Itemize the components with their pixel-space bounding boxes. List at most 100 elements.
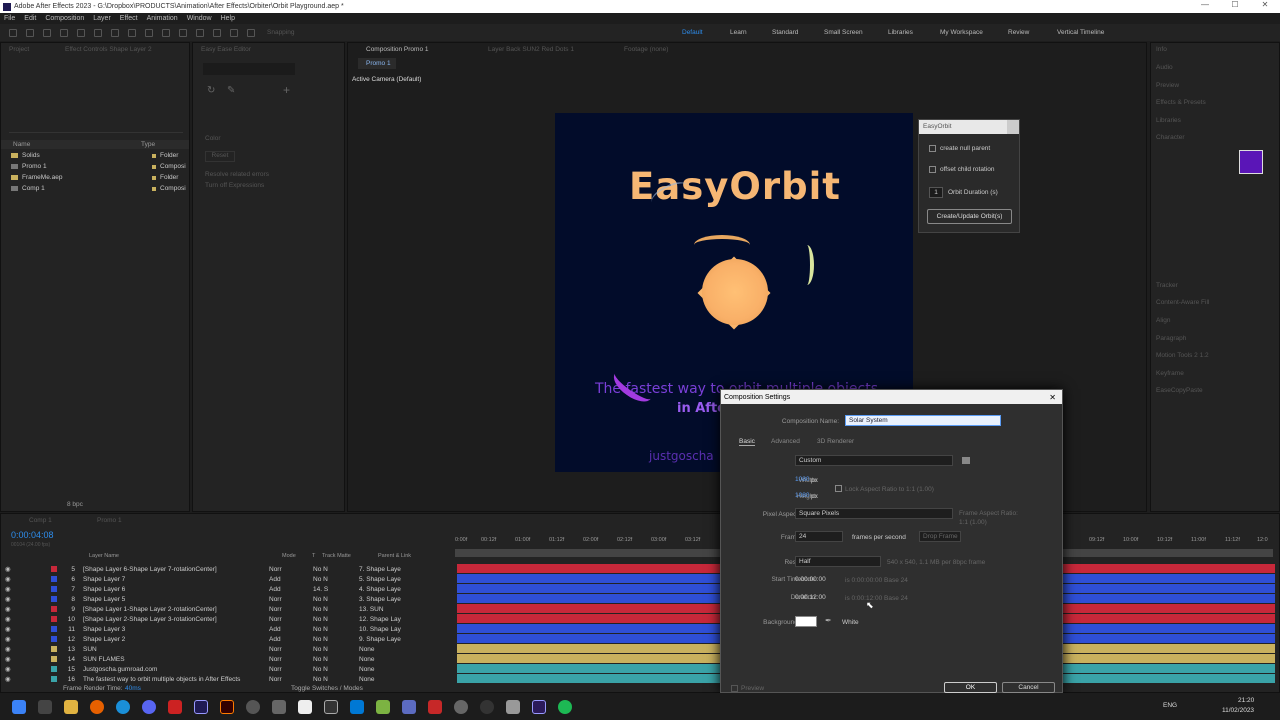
visibility-eye-icon[interactable]: ◉	[5, 585, 15, 593]
col-track-matte[interactable]: Track Matte	[322, 553, 378, 559]
zoom-tool-icon[interactable]	[60, 28, 68, 37]
panel-easecopypaste[interactable]: EaseCopyPaste	[1156, 387, 1203, 394]
layer-parent[interactable]: 12. Shape Lay	[359, 616, 413, 623]
layer-track-matte[interactable]: No N	[313, 626, 359, 633]
layer-track-matte[interactable]: No N	[313, 576, 359, 583]
tab-effect-controls[interactable]: Effect Controls Shape Layer 2	[65, 46, 152, 53]
layer-parent[interactable]: 7. Shape Laye	[359, 566, 413, 573]
edge-icon[interactable]	[116, 699, 130, 714]
layer-name[interactable]: SUN	[83, 646, 269, 653]
col-parent[interactable]: Parent & Link	[378, 553, 411, 559]
notion-icon[interactable]	[324, 699, 338, 714]
tab-easy-ease[interactable]: Easy Ease Editor	[201, 46, 251, 53]
clock-date[interactable]: 11/02/2023	[1222, 707, 1254, 714]
table-row[interactable]: ◉ 5 [Shape Layer 6-Shape Layer 7-rotationC…	[1, 564, 453, 574]
layer-mode[interactable]: Norr	[269, 566, 301, 573]
layer-track-matte[interactable]: No N	[313, 616, 359, 623]
layer-parent[interactable]: 10. Shape Lay	[359, 626, 413, 633]
list-item[interactable]: FrameMe.aep Folder	[1, 172, 187, 183]
app-icon[interactable]	[506, 699, 520, 714]
col-type-header[interactable]: Type	[141, 141, 155, 148]
resolve-errors-option[interactable]: Resolve related errors	[205, 171, 269, 178]
layer-mode[interactable]: Norr	[269, 676, 301, 683]
toggle-switches-modes[interactable]: Toggle Switches / Modes	[291, 685, 363, 692]
workspace-default[interactable]: Default	[682, 24, 703, 41]
ok-button[interactable]: OK	[944, 682, 997, 693]
tab-footage[interactable]: Footage (none)	[624, 46, 668, 53]
table-row[interactable]: ◉ 12 Shape Layer 2 Add No N 9. Shape Laye	[1, 634, 453, 644]
width-value[interactable]: 1080	[795, 476, 809, 483]
layer-track-matte[interactable]: No N	[313, 596, 359, 603]
height-value[interactable]: 1080	[795, 492, 809, 499]
app-icon[interactable]	[402, 699, 416, 714]
visibility-eye-icon[interactable]: ◉	[5, 605, 15, 613]
layer-parent[interactable]: None	[359, 676, 413, 683]
menu-help[interactable]: Help	[221, 15, 235, 22]
panel-keyframe[interactable]: Keyframe	[1156, 370, 1184, 377]
layer-mode[interactable]: Add	[269, 626, 301, 633]
clock-time[interactable]: 21:20	[1238, 697, 1254, 704]
layer-name[interactable]: SUN FLAMES	[83, 656, 269, 663]
visibility-eye-icon[interactable]: ◉	[5, 635, 15, 643]
table-row[interactable]: ◉ 15 Justgoscha.gumroad.com Norr No N None	[1, 664, 453, 674]
terminal-icon[interactable]	[298, 699, 312, 714]
layer-parent[interactable]: None	[359, 646, 413, 653]
visibility-eye-icon[interactable]: ◉	[5, 565, 15, 573]
tab-project[interactable]: Project	[9, 46, 29, 53]
col-name-header[interactable]: Name	[13, 141, 141, 148]
close-icon[interactable]: ✕	[1049, 393, 1056, 402]
app-icon[interactable]	[168, 699, 182, 714]
list-item[interactable]: Solids Folder	[1, 150, 187, 161]
layer-parent[interactable]: None	[359, 656, 413, 663]
workspace-vertical-timeline[interactable]: Vertical Timeline	[1057, 24, 1104, 41]
table-row[interactable]: ◉ 13 SUN Norr No N None	[1, 644, 453, 654]
panel-content-aware-fill[interactable]: Content-Aware Fill	[1156, 299, 1209, 306]
visibility-eye-icon[interactable]: ◉	[5, 575, 15, 583]
tab-promo1[interactable]: Promo 1	[97, 517, 122, 524]
par-dropdown[interactable]: Square Pixels	[795, 508, 953, 519]
visibility-eye-icon[interactable]: ◉	[5, 615, 15, 623]
layer-name[interactable]: [Shape Layer 6-Shape Layer 7-rotationCen…	[83, 566, 269, 573]
layer-name[interactable]: [Shape Layer 2-Shape Layer 3-rotationCen…	[83, 616, 269, 623]
layer-mode[interactable]: Norr	[269, 646, 301, 653]
visibility-eye-icon[interactable]: ◉	[5, 675, 15, 683]
tab-advanced[interactable]: Advanced	[771, 438, 800, 445]
home-icon[interactable]	[9, 28, 17, 37]
clone-tool-icon[interactable]	[196, 28, 204, 37]
eraser-tool-icon[interactable]	[213, 28, 221, 37]
bpc-label[interactable]: 8 bpc	[67, 501, 83, 508]
workspace-my-workspace[interactable]: My Workspace	[940, 24, 983, 41]
layer-mode[interactable]: Norr	[269, 616, 301, 623]
pen-tool-icon[interactable]	[145, 28, 153, 37]
start-timecode-value[interactable]: 0:00:00:00	[795, 576, 826, 583]
layer-name[interactable]: The fastest way to orbit multiple object…	[83, 676, 269, 683]
workspace-libraries[interactable]: Libraries	[888, 24, 913, 41]
app-icon[interactable]	[428, 699, 442, 714]
col-mode[interactable]: Mode	[282, 553, 312, 559]
tab-layer[interactable]: Layer Back SUN2 Red Dots 1	[488, 46, 574, 53]
file-explorer-icon[interactable]	[64, 699, 78, 714]
discord-icon[interactable]	[142, 699, 156, 714]
panel-paragraph[interactable]: Paragraph	[1156, 335, 1186, 342]
table-row[interactable]: ◉ 6 Shape Layer 7 Add No N 5. Shape Laye	[1, 574, 453, 584]
app-icon[interactable]	[480, 699, 494, 714]
visibility-eye-icon[interactable]: ◉	[5, 595, 15, 603]
menu-animation[interactable]: Animation	[147, 15, 178, 22]
panel-libraries[interactable]: Libraries	[1156, 117, 1181, 124]
layer-parent[interactable]: 5. Shape Laye	[359, 576, 413, 583]
menu-window[interactable]: Window	[187, 15, 212, 22]
layer-track-matte[interactable]: No N	[313, 606, 359, 613]
layer-track-matte[interactable]: No N	[313, 566, 359, 573]
refresh-icon[interactable]: ↻	[207, 85, 215, 96]
tab-basic[interactable]: Basic	[739, 438, 755, 446]
visibility-eye-icon[interactable]: ◉	[5, 645, 15, 653]
create-null-checkbox[interactable]: create null parent	[929, 145, 990, 152]
app-icon[interactable]	[376, 699, 390, 714]
project-search-input[interactable]	[9, 123, 183, 133]
panel-align[interactable]: Align	[1156, 317, 1170, 324]
windows-start-icon[interactable]	[12, 699, 26, 714]
layer-name[interactable]: Shape Layer 3	[83, 626, 269, 633]
turn-off-expressions-option[interactable]: Turn off Expressions	[205, 182, 264, 189]
minimize-button[interactable]: —	[1190, 0, 1220, 9]
layer-mode[interactable]: Norr	[269, 606, 301, 613]
